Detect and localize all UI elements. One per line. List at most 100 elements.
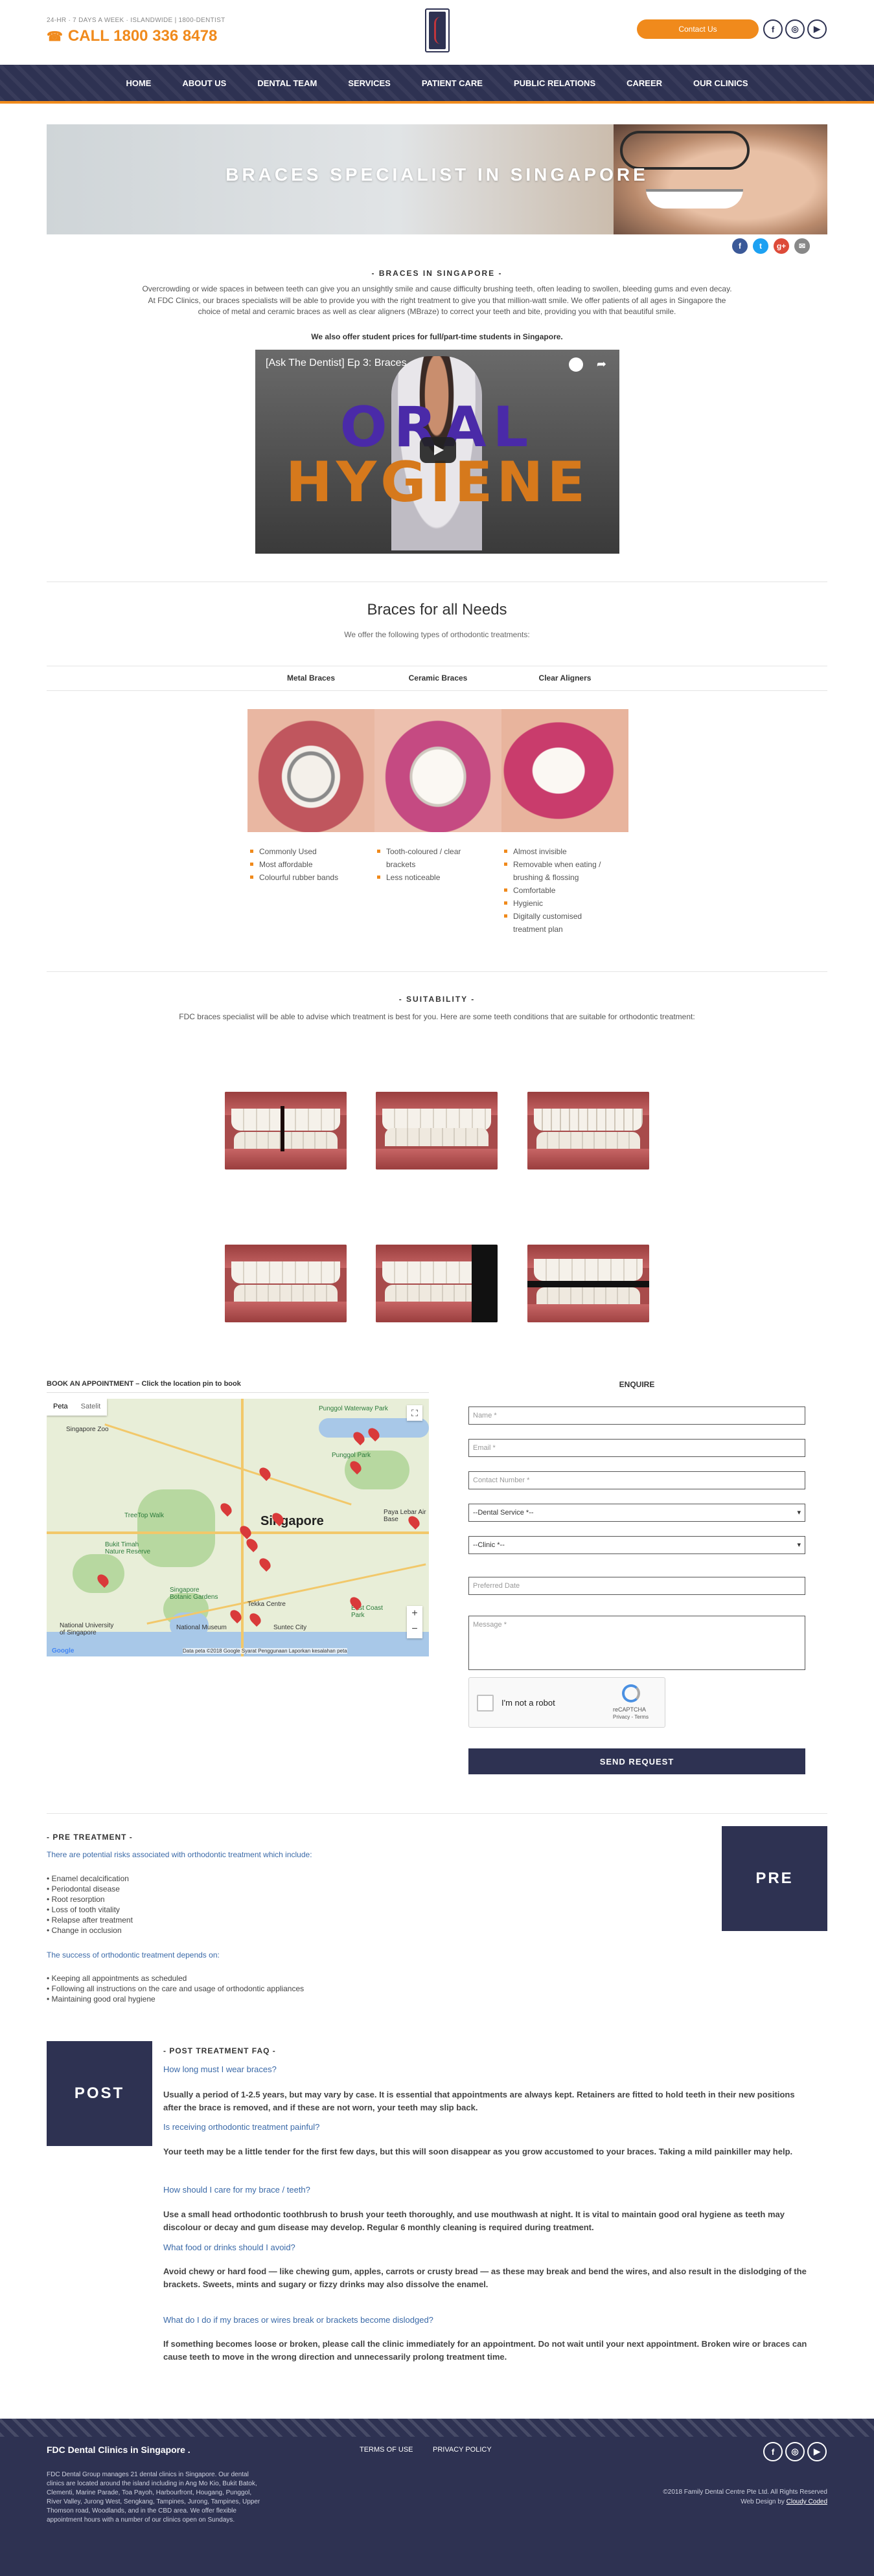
email-input[interactable]: Email * <box>468 1439 805 1457</box>
intro-paragraph-2: At FDC Clinics, our braces specialists w… <box>148 296 726 316</box>
google-logo: Google <box>52 1647 75 1655</box>
crossbite-image <box>225 1245 347 1322</box>
list-item: Keeping all appointments as scheduled <box>47 1973 304 1983</box>
map-city-label: Singapore <box>260 1514 324 1528</box>
list-item: Loss of tooth vitality <box>47 1904 133 1915</box>
message-textarea[interactable]: Message * <box>468 1616 805 1670</box>
post-treatment-title: - POST TREATMENT FAQ - <box>163 2046 276 2055</box>
youtube-video[interactable]: ORAL HYGIENE [Ask The Dentist] Ep 3: Bra… <box>255 350 619 554</box>
overbite-image <box>376 1092 498 1169</box>
map-place-label: National Museum <box>176 1624 227 1631</box>
crowded-teeth-image <box>527 1092 649 1169</box>
metal-braces-list: Commonly Used Most affordable Colourful … <box>250 845 354 884</box>
list-item: Maintaining good oral hygiene <box>47 1994 304 2004</box>
hero-title: BRACES SPECIALIST IN SINGAPORE <box>225 164 649 185</box>
book-appointment-label: BOOK AN APPOINTMENT – Click the location… <box>47 1380 241 1388</box>
open-bite-image <box>527 1245 649 1322</box>
needs-title: Braces for all Needs <box>367 601 507 618</box>
faq-answer: Avoid chewy or hard food — like chewing … <box>163 2266 807 2289</box>
dental-service-select[interactable]: --Dental Service *-- ▾ <box>468 1504 805 1522</box>
list-item: Root resorption <box>47 1894 133 1904</box>
play-icon[interactable] <box>420 437 456 463</box>
list-item: Comfortable <box>504 884 614 897</box>
web-design-link[interactable]: Cloudy Coded <box>787 2498 827 2505</box>
clinic-pin[interactable] <box>237 1523 254 1540</box>
faq-question: What food or drinks should I avoid? <box>163 2243 295 2252</box>
nav-item-public-relations[interactable]: PUBLIC RELATIONS <box>498 78 611 88</box>
privacy-link[interactable]: PRIVACY POLICY <box>433 2446 492 2454</box>
recaptcha-label: I'm not a robot <box>501 1698 555 1708</box>
facebook-icon[interactable]: f <box>763 19 783 39</box>
contact-us-button[interactable]: Contact Us <box>637 19 759 39</box>
faq-answer: Your teeth may be a little tender for th… <box>163 2147 793 2156</box>
ceramic-braces-list: Tooth-coloured / clear brackets Less not… <box>377 845 474 884</box>
nav-item-our-clinics[interactable]: OUR CLINICS <box>678 78 764 88</box>
faq-answer: Usually a period of 1-2.5 years, but may… <box>163 2090 795 2112</box>
map-place-label: Paya Lebar Air Base <box>384 1509 426 1523</box>
faq-question: How long must I wear braces? <box>163 2064 277 2074</box>
instagram-icon[interactable]: ◎ <box>785 2442 805 2461</box>
clinic-map[interactable]: Peta Satelit ⛶ Singapore Singapore Zoo P… <box>47 1399 429 1656</box>
list-item: Enamel decalcification <box>47 1873 133 1884</box>
facebook-icon[interactable]: f <box>763 2442 783 2461</box>
suitability-title: - SUITABILITY - <box>398 995 476 1004</box>
clinic-pin[interactable] <box>257 1555 273 1572</box>
gapped-teeth-image <box>225 1092 347 1169</box>
name-input[interactable]: Name * <box>468 1407 805 1425</box>
clinic-select[interactable]: --Clinic *-- ▾ <box>468 1536 805 1554</box>
youtube-icon[interactable]: ▶ <box>807 2442 827 2461</box>
faq-question: Is receiving orthodontic treatment painf… <box>163 2122 320 2132</box>
nav-item-career[interactable]: CAREER <box>611 78 678 88</box>
list-item: Almost invisible <box>504 845 614 858</box>
map-place-label: Bukit Timah Nature Reserve <box>105 1541 151 1555</box>
map-tab-satellite[interactable]: Satelit <box>75 1399 108 1416</box>
facebook-share-icon[interactable]: f <box>732 238 748 254</box>
map-footer: Data peta ©2018 Google Syarat Penggunaan… <box>183 1648 347 1654</box>
twitter-share-icon[interactable]: t <box>753 238 768 254</box>
contact-number-input[interactable]: Contact Number * <box>468 1471 805 1489</box>
terms-link[interactable]: TERMS OF USE <box>360 2446 413 2454</box>
clear-aligners-photo <box>501 709 628 832</box>
map-tab-map[interactable]: Peta <box>47 1399 75 1416</box>
watch-later-icon[interactable] <box>569 357 583 372</box>
nav-item-dental-team[interactable]: DENTAL TEAM <box>242 78 332 88</box>
send-request-button[interactable]: SEND REQUEST <box>468 1748 805 1774</box>
clinic-pin[interactable] <box>218 1500 235 1517</box>
web-design-credit: Web Design by Cloudy Coded <box>741 2498 827 2505</box>
nav-item-patient-care[interactable]: PATIENT CARE <box>406 78 498 88</box>
instagram-icon[interactable]: ◎ <box>785 19 805 39</box>
email-share-icon[interactable]: ✉ <box>794 238 810 254</box>
zoom-controls[interactable]: + − <box>407 1606 422 1638</box>
youtube-icon[interactable]: ▶ <box>807 19 827 39</box>
nav-item-services[interactable]: SERVICES <box>332 78 406 88</box>
list-item: Removable when eating / brushing & floss… <box>504 858 614 884</box>
faq-question: How should I care for my brace / teeth? <box>163 2185 310 2195</box>
fdc-logo[interactable] <box>425 8 450 52</box>
clinic-pin[interactable] <box>247 1610 264 1627</box>
clear-aligners-title: Clear Aligners <box>538 673 592 683</box>
copyright: ©2018 Family Dental Centre Pte Ltd. All … <box>663 2489 827 2496</box>
pre-risks-intro: There are potential risks associated wit… <box>47 1850 312 1859</box>
nav-item-home[interactable]: HOME <box>110 78 167 88</box>
needs-subtitle: We offer the following types of orthodon… <box>344 630 530 639</box>
list-item: Less noticeable <box>377 871 474 884</box>
recaptcha-brand: reCAPTCHA <box>613 1706 647 1713</box>
call-phone-link[interactable]: ☎ CALL 1800 336 8478 <box>47 27 217 45</box>
recaptcha-checkbox[interactable] <box>477 1695 494 1712</box>
footer-title: FDC Dental Clinics in Singapore . <box>47 2445 190 2455</box>
recaptcha-terms-link[interactable]: Privacy - Terms <box>613 1714 649 1720</box>
metal-braces-photo <box>247 709 374 832</box>
pre-risks-list: Enamel decalcification Periodontal disea… <box>47 1873 133 1936</box>
fullscreen-icon[interactable]: ⛶ <box>407 1405 422 1421</box>
list-item: Commonly Used <box>250 845 354 858</box>
faq-answer: Use a small head orthodontic toothbrush … <box>163 2209 785 2232</box>
google-plus-share-icon[interactable]: g+ <box>774 238 789 254</box>
suitability-text: FDC braces specialist will be able to ad… <box>179 1012 695 1021</box>
pre-success-intro: The success of orthodontic treatment dep… <box>47 1950 220 1960</box>
list-item: Hygienic <box>504 897 614 910</box>
list-item: Most affordable <box>250 858 354 871</box>
share-icon[interactable]: ➦ <box>597 357 606 371</box>
preferred-date-input[interactable]: Preferred Date <box>468 1577 805 1595</box>
nav-item-about-us[interactable]: ABOUT US <box>167 78 242 88</box>
video-title: [Ask The Dentist] Ep 3: Braces <box>266 357 407 368</box>
